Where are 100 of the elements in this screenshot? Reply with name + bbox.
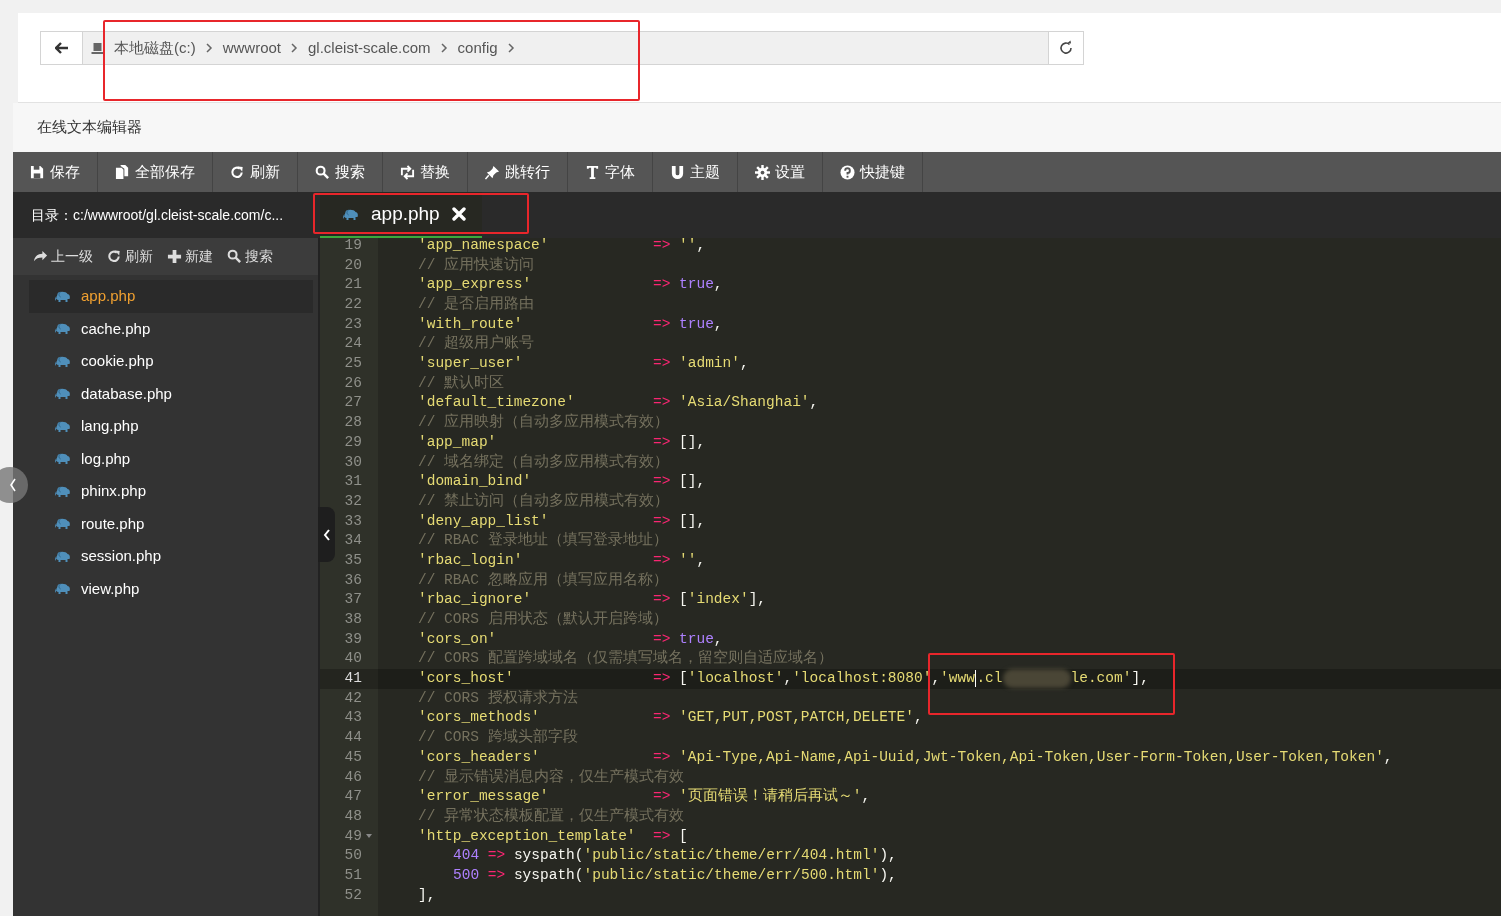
file-item[interactable]: route.php [29,507,313,540]
line-number: 52 [343,885,362,905]
code-text: , [783,669,793,689]
code-text: ], [418,885,436,905]
code-text: 'super_user' [418,355,523,372]
breadcrumb-link[interactable]: config [457,36,498,60]
code-text: [ [679,669,688,689]
chevron-right-icon [205,43,213,53]
refresh-icon [107,249,122,264]
code-comment: // 超级用户账号 [418,333,535,354]
code-text: syspath( [513,865,584,885]
refresh-button[interactable] [1048,32,1083,64]
search-icon [315,164,330,180]
line-number: 43 [343,708,362,728]
sidebar-collapse-button[interactable] [318,507,335,562]
code-text: => [652,354,671,374]
breadcrumb-link[interactable]: wwwroot [222,36,282,60]
file-item[interactable]: phinx.php [29,475,313,508]
line-number: 22 [343,295,362,315]
sidebar-tool-button[interactable]: 新建 [167,246,213,267]
code-comment: // CORS 授权请求方法 [418,688,578,708]
code-text: , [696,550,706,570]
code-text: 'http_exception_template' [418,827,636,844]
code-text: 'public/static/theme/err/404.html' [583,846,880,866]
line-number: 41 [343,669,362,689]
line-number: 27 [343,393,362,413]
chevron-left-icon [9,478,17,492]
code-text: .cl [976,669,1003,689]
breadcrumb-link[interactable]: 本地磁盘(c:) [114,36,196,60]
editor-tab[interactable]: app.php [320,192,482,238]
file-item[interactable]: lang.php [29,410,313,443]
file-item[interactable]: app.php [29,280,313,313]
code-text: [ [679,590,688,610]
code-text: 'cors_host' [418,670,514,687]
code-text: 'app_express' [418,276,532,293]
back-button[interactable] [41,32,83,64]
elephant-icon [54,289,71,303]
plus-icon [167,249,182,264]
code-text: 500 [453,865,480,885]
code-text: 'index' [687,590,749,610]
code-text: syspath( [513,846,584,866]
line-number: 21 [343,275,362,295]
breadcrumb-link[interactable]: gl.cleist-scale.com [308,36,431,60]
elephant-icon [54,582,71,596]
line-number: 39 [343,629,362,649]
code-text: 'default_timezone' [418,394,575,411]
line-number: 31 [343,472,362,492]
file-item[interactable]: cookie.php [29,345,313,378]
elephant-icon [54,484,71,498]
code-text: 'cors_methods' [418,709,540,726]
code-text: 'localhost' [687,669,784,689]
code-text: => [652,314,671,334]
elephant-icon [342,207,359,221]
text-icon [585,164,600,180]
code-text: => [652,511,671,531]
file-item[interactable]: log.php [29,442,313,475]
sidebar-tool-button[interactable]: 刷新 [107,246,153,267]
code-text: , [713,629,723,649]
elephant-icon [54,322,71,336]
code-text: => [652,708,671,728]
code-text: => [652,393,671,413]
code-text: , [861,787,871,807]
chevron-left-icon [322,528,331,541]
code-comment: // 显示错误消息内容，仅生产模式有效 [418,767,685,787]
code-text: 'Api-Type,Api-Name,Api-Uuid,Jwt-Token,Api-Token,User-Form-Token,User-Token,Token' [679,747,1384,767]
line-number: 36 [343,570,362,590]
line-number: 51 [343,865,362,885]
text-cursor [974,670,977,688]
file-item[interactable]: cache.php [29,312,313,345]
file-item[interactable]: view.php [29,572,313,605]
line-number: 34 [343,531,362,551]
code-text: [], [679,432,706,452]
line-number: 42 [343,688,362,708]
code-text: 'cors_headers' [418,748,540,765]
code-text: , [914,708,923,728]
chevron-right-icon [507,43,515,53]
file-item[interactable]: session.php [29,540,313,573]
sidebar-tool-button[interactable]: 搜索 [227,246,273,267]
code-text: 'rbac_login' [418,551,523,568]
line-number: 24 [343,334,362,354]
code-text: 'app_map' [418,433,497,450]
chevron-right-icon [291,43,299,53]
code-comment: // 应用映射（自动多应用模式有效） [418,412,670,433]
sidebar-tool-button[interactable]: 上一级 [33,246,93,267]
blur-mask [1002,669,1071,689]
fold-caret-icon[interactable] [366,834,372,839]
code-text: => [652,432,671,452]
code-comment: // 异常状态模板配置，仅生产模式有效 [418,806,685,826]
line-number: 28 [343,413,362,433]
line-number: 23 [343,314,362,334]
code-text: => [652,826,671,846]
file-item[interactable]: database.php [29,377,313,410]
previous-button[interactable] [0,467,28,503]
code-text: 'localhost:8080' [792,669,932,689]
line-number: 45 [343,747,362,767]
line-number: 32 [343,491,362,511]
close-icon[interactable] [451,207,466,221]
code-comment: // 域名绑定（自动多应用模式有效） [418,452,670,472]
code-text: => [652,275,671,295]
code-text: 'error_message' [418,788,549,805]
